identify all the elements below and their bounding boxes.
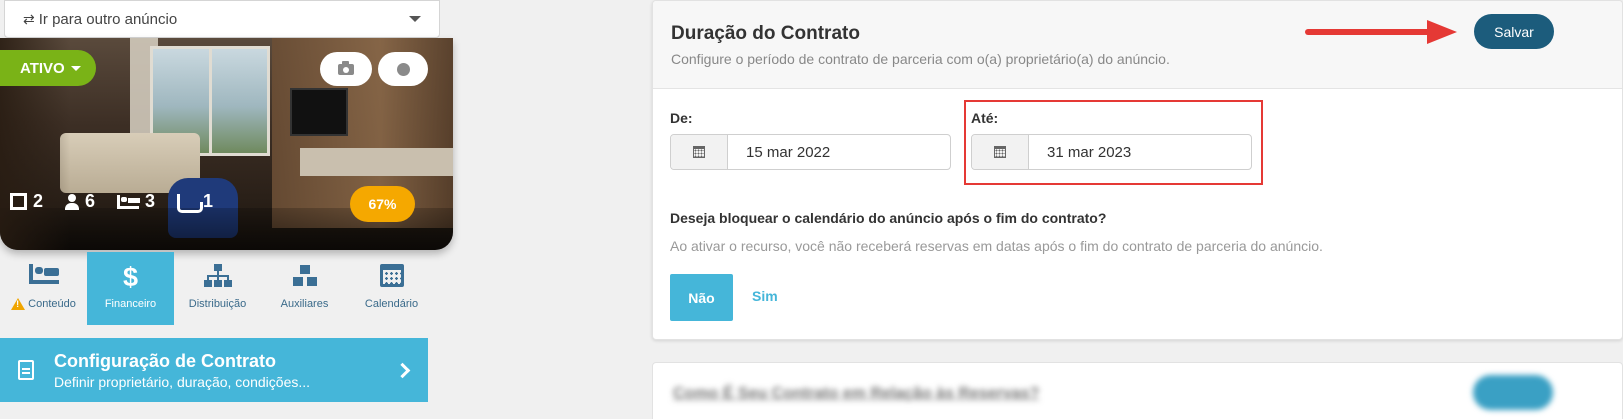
cubes-icon — [290, 264, 320, 290]
stat-guests: 6 — [65, 191, 95, 212]
cube-icon — [10, 193, 27, 210]
annotation-highlight-box — [964, 100, 1263, 185]
bed-icon — [28, 264, 59, 284]
dollar-icon: $ — [122, 262, 139, 292]
chevron-right-icon — [394, 362, 411, 378]
block-calendar-description: Ao ativar o recurso, você não receberá r… — [670, 238, 1323, 254]
globe-icon — [396, 62, 410, 76]
block-calendar-question: Deseja bloquear o calendário do anúncio … — [670, 210, 1107, 226]
caret-down-icon — [409, 16, 421, 22]
from-label: De: — [670, 110, 693, 126]
save-button[interactable]: Salvar — [1474, 14, 1554, 49]
calendar-addon[interactable] — [671, 135, 728, 169]
calendar-icon — [693, 146, 705, 158]
swap-icon: ⇄ — [23, 10, 35, 27]
bed-icon — [117, 194, 141, 209]
tab-distribuicao[interactable]: Distribuição — [174, 252, 261, 325]
yes-option-button[interactable]: Sim — [752, 288, 778, 304]
completion-badge[interactable]: 67% — [350, 186, 415, 222]
card-header: Duração do Contrato Configure o período … — [653, 1, 1622, 89]
tab-conteudo[interactable]: Conteúdo — [0, 252, 87, 325]
photos-button[interactable] — [320, 52, 372, 86]
tab-calendario[interactable]: Calendário — [348, 252, 435, 325]
stat-bedrooms: 3 — [117, 191, 155, 212]
calendar-icon — [379, 264, 404, 287]
listing-tabs: Conteúdo $ Financeiro Distribuição — [0, 252, 440, 325]
ad-switcher-dropdown[interactable]: ⇄ Ir para outro anúncio — [4, 0, 440, 38]
caret-down-icon — [70, 65, 81, 71]
listing-stats: 2 6 3 1 — [10, 191, 213, 213]
map-button[interactable] — [378, 52, 428, 86]
config-subtitle: Definir proprietário, duração, condições… — [54, 373, 311, 390]
ad-switcher-label: Ir para outro anúncio — [38, 10, 178, 28]
listing-panel: ⇄ Ir para outro anúncio ATIVO 2 6 3 1 67… — [0, 0, 453, 419]
user-icon — [65, 193, 80, 210]
next-section-card: Como É Seu Contrato em Relação às Reserv… — [652, 362, 1623, 419]
stat-bathrooms: 1 — [177, 191, 213, 213]
status-dropdown-button[interactable]: ATIVO — [0, 50, 96, 86]
document-icon — [18, 360, 34, 380]
bath-icon — [177, 193, 204, 213]
from-date-field[interactable]: 15 mar 2022 — [670, 134, 951, 170]
tab-auxiliares[interactable]: Auxiliares — [261, 252, 348, 325]
card-subtitle: Configure o período de contrato de parce… — [671, 51, 1170, 67]
next-section-title: Como É Seu Contrato em Relação às Reserv… — [673, 385, 1040, 402]
contract-config-item[interactable]: Configuração de Contrato Definir proprie… — [0, 338, 428, 402]
tab-financeiro[interactable]: $ Financeiro — [87, 252, 174, 325]
camera-icon — [338, 60, 354, 75]
from-date-value: 15 mar 2022 — [746, 143, 831, 161]
no-option-button[interactable]: Não — [670, 274, 733, 321]
next-section-button[interactable] — [1473, 375, 1553, 410]
config-title: Configuração de Contrato — [54, 350, 277, 371]
status-label: ATIVO — [20, 59, 65, 77]
sitemap-icon — [203, 264, 232, 288]
annotation-arrow-icon — [1305, 20, 1460, 44]
stat-units: 2 — [10, 191, 43, 212]
warning-icon — [11, 298, 26, 310]
